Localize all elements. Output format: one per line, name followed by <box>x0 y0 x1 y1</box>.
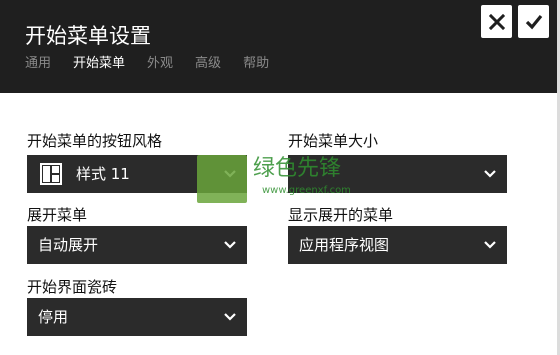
tiles-label: 开始界面瓷砖 <box>27 278 118 296</box>
show-expanded-value: 应用程序视图 <box>299 236 390 254</box>
tab-appearance[interactable]: 外观 <box>147 55 173 73</box>
tiles-value: 停用 <box>38 308 69 326</box>
tiles-dropdown[interactable]: 停用 <box>27 298 247 336</box>
tab-bar: 通用 开始菜单 外观 高级 帮助 <box>25 55 291 73</box>
chevron-down-icon <box>484 241 496 249</box>
close-icon <box>488 13 505 30</box>
expand-menu-label: 展开菜单 <box>27 206 88 224</box>
start-button-style-icon <box>40 163 62 185</box>
confirm-button[interactable] <box>518 5 549 38</box>
checkmark-icon <box>525 14 542 29</box>
watermark-logo <box>197 155 247 203</box>
show-expanded-label: 显示展开的菜单 <box>288 206 394 224</box>
header-bar: 开始菜单设置 通用 开始菜单 外观 高级 帮助 <box>0 0 557 93</box>
expand-menu-dropdown[interactable]: 自动展开 <box>27 226 247 264</box>
menu-size-label: 开始菜单大小 <box>288 132 379 150</box>
tab-help[interactable]: 帮助 <box>243 55 269 73</box>
chevron-down-icon <box>484 170 496 178</box>
window-title: 开始菜单设置 <box>25 24 151 48</box>
chevron-down-icon <box>224 313 236 321</box>
button-style-value: 样式 11 <box>76 165 130 183</box>
expand-menu-value: 自动展开 <box>38 236 99 254</box>
show-expanded-dropdown[interactable]: 应用程序视图 <box>288 226 507 264</box>
tab-start-menu[interactable]: 开始菜单 <box>73 55 125 73</box>
close-button[interactable] <box>481 5 512 38</box>
button-style-label: 开始菜单的按钮风格 <box>27 132 163 150</box>
tab-advanced[interactable]: 高级 <box>195 55 221 73</box>
tab-general[interactable]: 通用 <box>25 55 51 73</box>
watermark-url: www.greenxf.com <box>262 185 351 196</box>
chevron-down-icon <box>224 241 236 249</box>
watermark-brand: 绿色先锋 <box>253 156 342 181</box>
